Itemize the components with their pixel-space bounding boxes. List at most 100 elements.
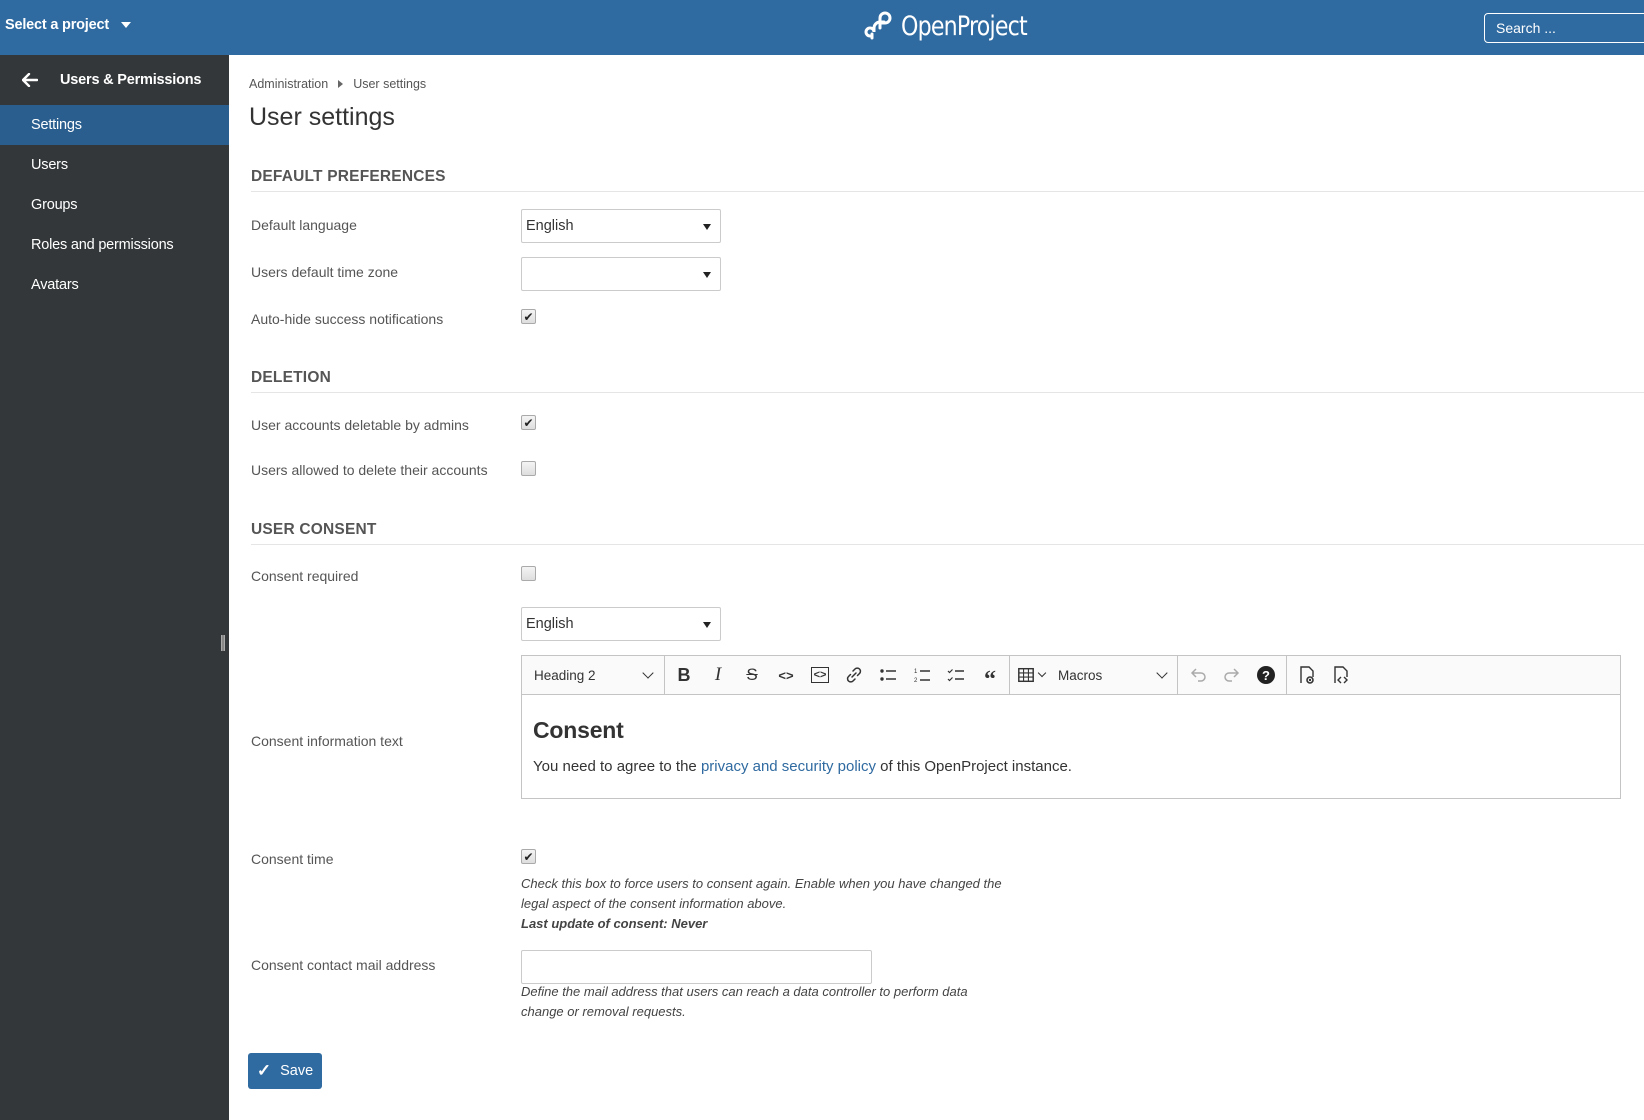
auto-hide-checkbox[interactable]: ✔ xyxy=(521,309,536,324)
svg-text:2: 2 xyxy=(914,678,918,684)
macros-dropdown[interactable]: Macros xyxy=(1052,656,1176,695)
sidebar-item-settings[interactable]: Settings xyxy=(0,105,229,145)
time-zone-label: Users default time zone xyxy=(251,264,399,280)
dropdown-arrow-icon xyxy=(703,622,711,628)
checkmark-icon: ✓ xyxy=(256,1061,272,1080)
bold-icon: B xyxy=(677,664,691,685)
contact-mail-input[interactable] xyxy=(521,950,872,984)
toolbar-group-insert: Macros xyxy=(1010,655,1178,695)
consent-required-label: Consent required xyxy=(251,568,359,584)
consent-heading: Consent xyxy=(533,717,624,743)
preview-icon xyxy=(1300,666,1314,684)
sidebar-title: Users & Permissions xyxy=(60,72,202,88)
help-button[interactable]: ? xyxy=(1249,659,1283,691)
contact-mail-help: Define the mail address that users can r… xyxy=(521,984,968,1019)
consent-text-label: Consent information text xyxy=(251,733,403,749)
consent-time-help: Check this box to force users to consent… xyxy=(521,874,1021,934)
default-language-select[interactable]: English xyxy=(521,209,721,243)
breadcrumb-separator-icon xyxy=(338,80,344,88)
bulleted-list-button[interactable] xyxy=(871,659,905,691)
undo-icon xyxy=(1190,668,1206,682)
chevron-down-icon xyxy=(1156,667,1168,679)
sidebar-item-users[interactable]: Users xyxy=(0,145,229,185)
bold-button[interactable]: B xyxy=(667,659,701,691)
toolbar-group-formatting: B I S <> <> 12 “ xyxy=(665,655,1010,695)
top-header: Select a project OpenProject Search ... xyxy=(0,0,1644,55)
main-content: Administration User settings User settin… xyxy=(229,55,1644,1120)
openproject-logo-icon xyxy=(864,11,892,40)
sidebar-resize-handle[interactable] xyxy=(221,635,225,651)
italic-icon: I xyxy=(714,664,722,685)
breadcrumb-administration[interactable]: Administration xyxy=(249,77,328,91)
todo-list-button[interactable] xyxy=(939,659,973,691)
link-icon xyxy=(846,667,862,683)
checkmark-icon: ✔ xyxy=(523,415,534,430)
blockquote-button[interactable]: “ xyxy=(973,659,1007,693)
italic-button[interactable]: I xyxy=(701,659,735,691)
numbered-list-button[interactable]: 12 xyxy=(905,659,939,691)
svg-text:?: ? xyxy=(1262,668,1270,683)
openproject-logo[interactable]: OpenProject xyxy=(864,10,1055,42)
code-block-icon: <> xyxy=(810,667,830,683)
macros-dropdown-label: Macros xyxy=(1058,667,1103,683)
preview-button[interactable] xyxy=(1290,659,1324,691)
table-icon xyxy=(1018,667,1034,683)
consent-paragraph: You need to agree to the privacy and sec… xyxy=(533,758,1609,775)
consent-language-value: English xyxy=(526,616,574,632)
save-button[interactable]: ✓ Save xyxy=(248,1053,322,1089)
redo-button[interactable] xyxy=(1215,659,1249,691)
sidebar-header: Users & Permissions xyxy=(0,55,229,105)
consent-required-checkbox[interactable] xyxy=(521,566,536,581)
sidebar: Users & Permissions Settings Users Group… xyxy=(0,55,229,1120)
self-delete-checkbox[interactable] xyxy=(521,461,536,476)
checkmark-icon: ✔ xyxy=(523,849,534,864)
code-icon: <> xyxy=(778,667,794,683)
contact-mail-label: Consent contact mail address xyxy=(251,957,436,973)
source-mode-button[interactable] xyxy=(1324,659,1358,691)
default-language-label: Default language xyxy=(251,217,357,233)
save-label: Save xyxy=(280,1063,314,1079)
back-arrow-icon[interactable] xyxy=(0,73,60,87)
editor-content[interactable]: Consent You need to agree to the privacy… xyxy=(522,695,1620,785)
logo-text: OpenProject xyxy=(901,10,1028,42)
consent-time-help-text: Check this box to force users to consent… xyxy=(521,876,1002,911)
section-divider xyxy=(251,191,1644,192)
last-update-text: Last update of consent: Never xyxy=(521,916,708,931)
caret-down-icon xyxy=(121,22,131,28)
sidebar-item-label: Avatars xyxy=(31,277,79,293)
breadcrumb: Administration User settings xyxy=(249,77,426,91)
deletable-by-admins-checkbox[interactable]: ✔ xyxy=(521,415,536,430)
privacy-policy-link[interactable]: privacy and security policy xyxy=(701,758,876,775)
link-button[interactable] xyxy=(837,659,871,691)
search-input[interactable]: Search ... xyxy=(1484,13,1644,43)
sidebar-item-avatars[interactable]: Avatars xyxy=(0,265,229,305)
strikethrough-button[interactable]: S xyxy=(735,659,769,691)
search-placeholder: Search ... xyxy=(1496,20,1556,36)
heading-dropdown[interactable]: Heading 2 xyxy=(522,656,664,695)
sidebar-item-label: Users xyxy=(31,157,68,173)
dropdown-arrow-icon xyxy=(703,224,711,230)
auto-hide-label: Auto-hide success notifications xyxy=(251,311,444,327)
breadcrumb-user-settings: User settings xyxy=(353,77,427,91)
consent-language-select[interactable]: English xyxy=(521,607,721,641)
svg-text:1: 1 xyxy=(914,669,918,675)
redo-icon xyxy=(1224,668,1240,682)
sidebar-item-groups[interactable]: Groups xyxy=(0,185,229,225)
section-title-deletion: DELETION xyxy=(251,369,331,386)
consent-time-checkbox[interactable]: ✔ xyxy=(521,849,536,864)
section-divider xyxy=(251,544,1644,545)
undo-button[interactable] xyxy=(1181,659,1215,691)
chevron-down-icon xyxy=(1037,668,1047,678)
sidebar-item-label: Settings xyxy=(31,117,82,133)
toolbar-group-history: ? xyxy=(1178,655,1287,695)
code-block-button[interactable]: <> xyxy=(803,659,837,691)
self-delete-label: Users allowed to delete their accounts xyxy=(251,462,488,478)
sidebar-item-roles-and-permissions[interactable]: Roles and permissions xyxy=(0,225,229,265)
table-button[interactable] xyxy=(1010,659,1052,691)
dropdown-arrow-icon xyxy=(703,272,711,278)
numbered-list-icon: 12 xyxy=(914,669,930,684)
consent-time-label: Consent time xyxy=(251,851,334,867)
project-select-dropdown[interactable]: Select a project xyxy=(5,17,131,33)
time-zone-select[interactable] xyxy=(521,257,721,291)
inline-code-button[interactable]: <> xyxy=(769,659,803,691)
